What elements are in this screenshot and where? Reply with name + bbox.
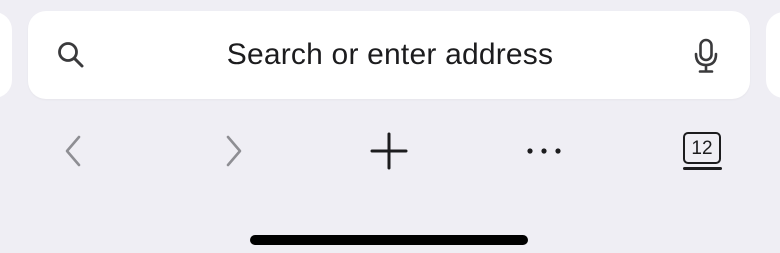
search-icon — [58, 42, 84, 68]
tabs-button[interactable]: 12 — [676, 128, 728, 174]
next-tab-card-edge[interactable] — [766, 12, 780, 98]
tab-stack-line — [683, 167, 722, 170]
address-placeholder[interactable]: Search or enter address — [150, 35, 630, 75]
home-indicator[interactable] — [250, 235, 528, 245]
address-bar[interactable]: Search or enter address — [28, 11, 750, 99]
more-button[interactable] — [518, 128, 570, 174]
tab-count: 12 — [683, 132, 721, 164]
forward-button[interactable] — [207, 128, 259, 174]
chevron-right-icon — [226, 135, 242, 167]
new-tab-button[interactable] — [363, 128, 415, 174]
microphone-icon[interactable] — [692, 38, 720, 74]
previous-tab-card-edge[interactable] — [0, 12, 12, 98]
browser-bottom-bar: Search or enter address 12 — [0, 0, 780, 253]
back-button[interactable] — [48, 128, 100, 174]
tabs-icon: 12 — [678, 128, 726, 174]
chevron-left-icon — [65, 135, 81, 167]
plus-icon — [370, 132, 408, 170]
ellipsis-icon — [527, 148, 561, 154]
